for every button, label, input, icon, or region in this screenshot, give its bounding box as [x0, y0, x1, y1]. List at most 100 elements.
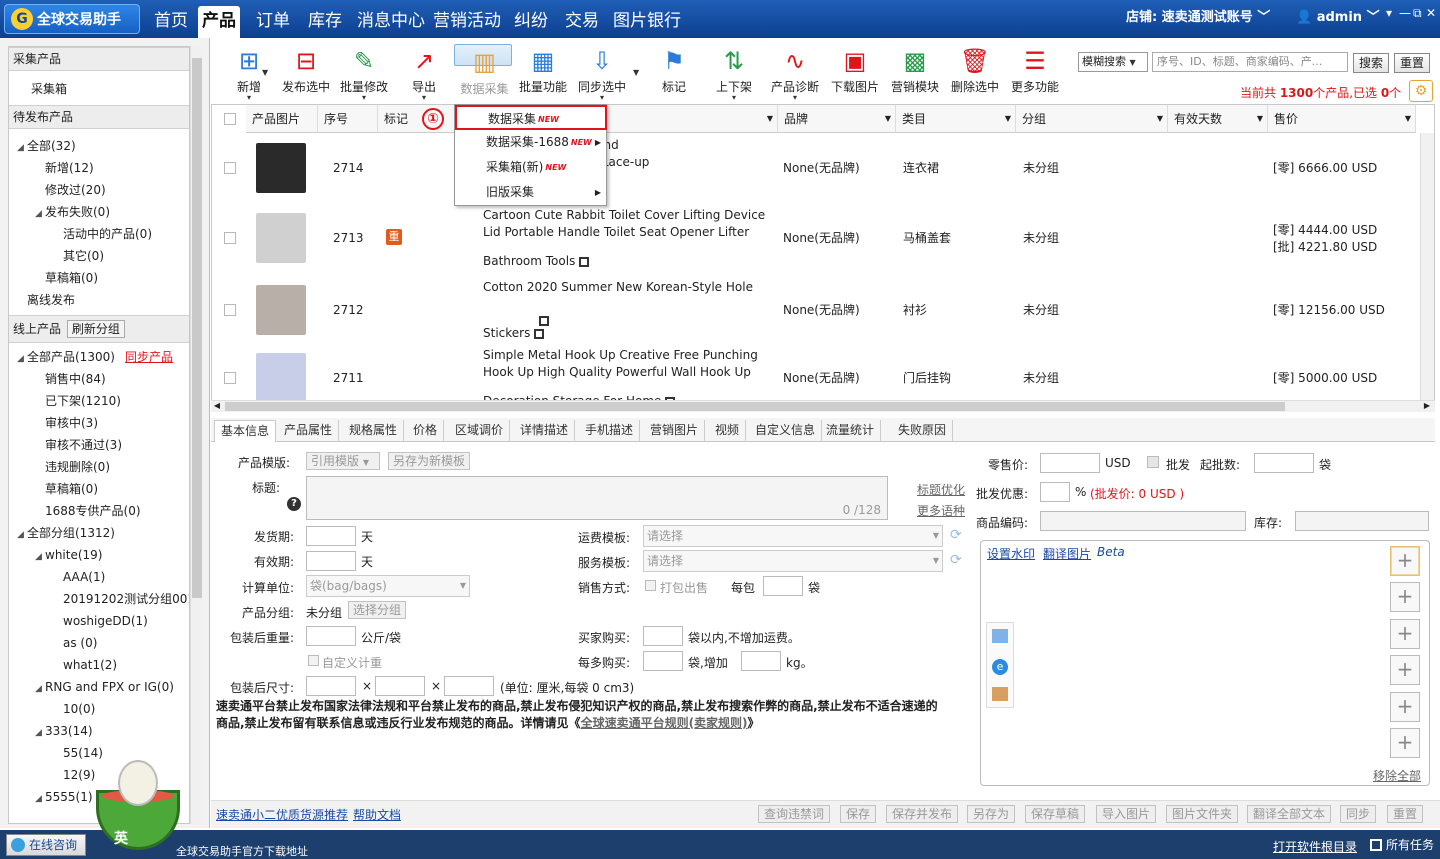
toolbar-button-8[interactable]: ⇅ 上下架 ▾ [705, 44, 763, 102]
toolbar-button-7[interactable]: ⚑ 标记 [645, 44, 703, 102]
each-more-kg-input[interactable] [741, 651, 781, 671]
sidebar-tree-item[interactable]: 20191202测试分组001 [53, 588, 189, 610]
data-collect-menu-item-1[interactable]: 数据采集-1688 NEW ▶ [455, 130, 607, 155]
select-group-button[interactable]: 选择分组 [348, 601, 407, 619]
help-docs-link[interactable]: 帮助文档 [353, 806, 401, 823]
refresh-icon[interactable]: ⟳ [950, 552, 962, 568]
service-template-select[interactable]: 请选择 ▼ [643, 550, 943, 572]
table-scroll-thumb[interactable] [225, 402, 1285, 411]
row-checkbox[interactable] [224, 372, 236, 384]
data-collect-menu-item-2[interactable]: 采集箱(新) NEW [455, 155, 607, 180]
sidebar-tree-item[interactable]: 违规删除(0) [35, 456, 110, 478]
search-button[interactable]: 搜索 [1353, 53, 1389, 73]
toolbar-button-12[interactable]: 🗑 删除选中 [946, 44, 1004, 102]
add-image-button[interactable]: + [1390, 619, 1420, 649]
fuzzy-search-select[interactable]: 模糊搜索 ▼ [1078, 52, 1148, 72]
filter-settings-icon[interactable]: ⚙ [1409, 80, 1433, 102]
shop-selector[interactable]: 店铺: 速卖通测试账号 ﹀ [1126, 0, 1270, 38]
buyer-buy-input[interactable] [643, 626, 683, 646]
row-title-line1[interactable]: Cotton 2020 Summer New Korean-Style Hole [483, 279, 753, 296]
sidebar-tree-item[interactable]: 草稿箱(0) [35, 267, 98, 289]
translate-image-link[interactable]: 翻译图片 [1043, 545, 1091, 562]
tab-5[interactable]: 详情描述 [514, 420, 576, 442]
sku-input[interactable] [1040, 511, 1246, 531]
sidebar-tree-item[interactable]: ◢ 5555(1) [35, 786, 93, 808]
bottom-button-0[interactable]: 查询违禁词 [758, 805, 831, 823]
row-checkbox[interactable] [224, 162, 236, 174]
row-title-line3[interactable]: Stickers [483, 325, 545, 342]
bottom-button-8[interactable]: 同步 [1340, 805, 1377, 823]
sync-products-link[interactable]: 同步产品 [125, 346, 173, 368]
row-checkbox[interactable] [224, 232, 236, 244]
table-horizontal-scrollbar[interactable]: ◀ ▶ [211, 400, 1435, 412]
tree-toggle-icon[interactable]: ◢ [35, 546, 45, 568]
sidebar-tree-item[interactable]: what1(2) [53, 654, 117, 676]
save-template-button[interactable]: 另存为新模板 [388, 452, 471, 470]
sidebar-item-collect-box[interactable]: 采集箱 [31, 78, 67, 100]
title-optimize-link[interactable]: 标题优化 [917, 481, 965, 498]
nav-marketing[interactable]: 营销活动 [429, 6, 505, 38]
sidebar-scroll-thumb[interactable] [192, 58, 202, 598]
tab-1[interactable]: 产品属性 [278, 420, 340, 442]
tab-7[interactable]: 营销图片 [644, 420, 706, 442]
sidebar-tree-item[interactable]: ◢ 发布失败(0) [35, 201, 110, 223]
sidebar-tree-item[interactable]: 新增(12) [35, 157, 94, 179]
toolbar-button-2[interactable]: ✎ 批量修改 ▾ [335, 44, 393, 102]
bottom-button-7[interactable]: 翻译全部文本 [1247, 805, 1332, 823]
tree-toggle-icon[interactable]: ◢ [35, 788, 45, 810]
tab-4[interactable]: 区域调价 [449, 420, 511, 442]
min-qty-input[interactable] [1254, 453, 1314, 473]
add-image-button[interactable]: + [1390, 582, 1420, 612]
restore-icon[interactable]: ⧉ [1413, 6, 1422, 21]
toolbar-button-4[interactable]: ▥ 数据采集 [454, 44, 512, 96]
unit-select[interactable]: 袋(bag/bags) ▼ [306, 575, 470, 597]
sidebar-tree-item[interactable]: 10(0) [53, 698, 95, 720]
row-title-line3[interactable]: Bathroom Tools [483, 253, 590, 270]
image-bank-icon[interactable] [992, 629, 1008, 643]
user-menu[interactable]: 👤 admin ﹀ [1296, 0, 1380, 38]
refresh-group-button[interactable]: 刷新分组 [66, 320, 125, 338]
toolbar-button-6[interactable]: ⇩ 同步选中 ▾ [573, 44, 631, 102]
row-title-line2[interactable]: Hook Up High Quality Powerful Wall Hook … [483, 364, 751, 381]
chevron-down-icon[interactable]: ▾ [422, 93, 426, 102]
bottom-button-6[interactable]: 图片文件夹 [1166, 805, 1239, 823]
help-icon[interactable]: ? [287, 497, 301, 511]
minimize-icon[interactable]: — [1399, 6, 1411, 20]
chevron-down-icon[interactable]: ▾ [247, 93, 251, 102]
open-root-dir-link[interactable]: 打开软件根目录 [1273, 838, 1357, 855]
set-watermark-link[interactable]: 设置水印 [987, 545, 1035, 562]
tab-6[interactable]: 手机描述 [579, 420, 641, 442]
title-textarea[interactable]: 0 /128 [306, 476, 888, 520]
nav-image-bank[interactable]: 图片银行 [609, 6, 685, 38]
data-collect-menu-item-0[interactable]: 数据采集 NEW [455, 105, 607, 130]
row-title-line1[interactable]: Simple Metal Hook Up Creative Free Punch… [483, 347, 758, 364]
sidebar-tree-item[interactable]: ◢ RNG and FPX or IG(0) [35, 676, 174, 698]
tree-toggle-icon[interactable]: ◢ [35, 203, 45, 225]
tree-toggle-icon[interactable]: ◢ [35, 678, 45, 700]
settings-menu-icon[interactable]: ▾ [1386, 6, 1392, 20]
sidebar-tree-item[interactable]: ◢ 全部产品(1300) [17, 346, 115, 368]
tab-10[interactable]: 流量统计 [820, 420, 882, 442]
bottom-button-2[interactable]: 保存并发布 [886, 805, 959, 823]
toolbar-button-3[interactable]: ↗ 导出 ▾ [395, 44, 453, 102]
freight-template-select[interactable]: 请选择 ▼ [643, 525, 943, 547]
sidebar-scrollbar[interactable] [190, 46, 202, 824]
sidebar-tree-item[interactable]: 1688专供产品(0) [35, 500, 141, 522]
chevron-down-icon[interactable]: ▾ [793, 93, 797, 102]
bottom-button-4[interactable]: 保存草稿 [1025, 805, 1086, 823]
source-recommend-link[interactable]: 速卖通小二优质货源推荐 [216, 806, 348, 823]
select-all-checkbox[interactable] [224, 113, 236, 125]
retail-price-input[interactable] [1040, 453, 1100, 473]
add-image-button[interactable]: + [1390, 546, 1420, 576]
ie-icon[interactable]: e [992, 659, 1008, 675]
online-consult-button[interactable]: 在线咨询 [6, 834, 86, 856]
nav-home[interactable]: 首页 [150, 6, 192, 38]
ship-days-input[interactable] [306, 526, 356, 546]
add-image-button[interactable]: + [1390, 728, 1420, 758]
weight-input[interactable] [306, 626, 356, 646]
nav-orders[interactable]: 订单 [252, 6, 294, 38]
sidebar-tree-item[interactable]: 修改过(20) [35, 179, 106, 201]
sidebar-tree-item[interactable]: AAA(1) [53, 566, 105, 588]
tab-3[interactable]: 价格 [407, 420, 445, 442]
chevron-down-icon[interactable]: ▾ [362, 93, 366, 102]
